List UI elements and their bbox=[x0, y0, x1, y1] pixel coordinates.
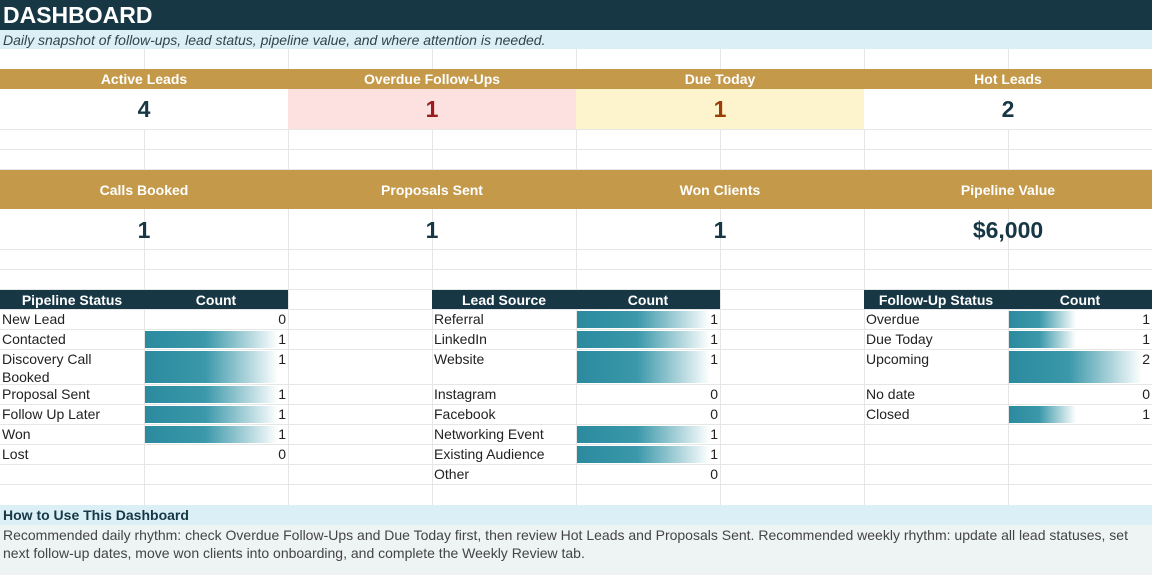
table-cell-count[interactable]: 1 bbox=[144, 330, 288, 349]
page-title: DASHBOARD bbox=[0, 0, 1152, 30]
table-header: Count bbox=[576, 290, 720, 309]
table-cell[interactable]: Referral bbox=[432, 310, 576, 329]
table-cell[interactable]: Won bbox=[0, 425, 144, 444]
table-cell[interactable]: Closed bbox=[864, 405, 1008, 424]
gridline bbox=[0, 249, 1152, 250]
table-cell-count[interactable]: 1 bbox=[144, 425, 288, 444]
gridline bbox=[0, 129, 1152, 130]
table-cell-count[interactable]: 0 bbox=[576, 385, 720, 404]
kpi-value-pipeline-value[interactable]: $6,000 bbox=[864, 209, 1152, 249]
table-header: Count bbox=[1008, 290, 1152, 309]
table-cell-count[interactable]: 1 bbox=[144, 385, 288, 404]
table-cell-count[interactable]: 0 bbox=[576, 465, 720, 484]
table-cell[interactable]: Networking Event bbox=[432, 425, 576, 444]
table-cell-count[interactable]: 0 bbox=[144, 310, 288, 329]
table-cell[interactable]: Proposal Sent bbox=[0, 385, 144, 404]
table-cell-count[interactable]: 0 bbox=[1008, 385, 1152, 404]
kpi-label-won-clients: Won Clients bbox=[576, 170, 864, 209]
kpi-label-due-today: Due Today bbox=[576, 69, 864, 89]
table-cell-count[interactable]: 1 bbox=[144, 405, 288, 424]
table-cell[interactable]: Other bbox=[432, 465, 576, 484]
table-cell-count[interactable]: 0 bbox=[576, 405, 720, 424]
table-cell[interactable]: Due Today bbox=[864, 330, 1008, 349]
kpi-value-overdue[interactable]: 1 bbox=[288, 89, 576, 129]
kpi-label-calls-booked: Calls Booked bbox=[0, 170, 288, 209]
gridline bbox=[0, 269, 1152, 270]
table-cell[interactable]: Existing Audience bbox=[432, 445, 576, 464]
table-cell[interactable]: No date bbox=[864, 385, 1008, 404]
gridline bbox=[0, 484, 1152, 485]
table-header: Count bbox=[144, 290, 288, 309]
table-cell-count[interactable]: 1 bbox=[576, 330, 720, 349]
page-subtitle: Daily snapshot of follow-ups, lead statu… bbox=[0, 30, 1152, 49]
kpi-label-hot-leads: Hot Leads bbox=[864, 69, 1152, 89]
table-cell[interactable]: Instagram bbox=[432, 385, 576, 404]
kpi-value-due-today[interactable]: 1 bbox=[576, 89, 864, 129]
table-cell-count[interactable]: 1 bbox=[576, 310, 720, 329]
table-cell[interactable]: Overdue bbox=[864, 310, 1008, 329]
table-cell-count[interactable]: 0 bbox=[144, 445, 288, 464]
table-cell-count[interactable]: 1 bbox=[144, 350, 288, 369]
table-cell[interactable]: Website bbox=[432, 350, 576, 369]
table-cell[interactable]: LinkedIn bbox=[432, 330, 576, 349]
table-cell[interactable]: Lost bbox=[0, 445, 144, 464]
table-header: Pipeline Status bbox=[0, 290, 144, 309]
table-cell-count[interactable]: 1 bbox=[1008, 310, 1152, 329]
table-cell[interactable]: Facebook bbox=[432, 405, 576, 424]
kpi-label-active-leads: Active Leads bbox=[0, 69, 288, 89]
kpi-label-pipeline-value: Pipeline Value bbox=[864, 170, 1152, 209]
kpi-value-calls-booked[interactable]: 1 bbox=[0, 209, 288, 249]
kpi-value-hot-leads[interactable]: 2 bbox=[864, 89, 1152, 129]
table-cell-count[interactable]: 1 bbox=[1008, 405, 1152, 424]
table-cell-count[interactable]: 1 bbox=[1008, 330, 1152, 349]
kpi-value-proposals-sent[interactable]: 1 bbox=[288, 209, 576, 249]
howto-body: Recommended daily rhythm: check Overdue … bbox=[0, 525, 1152, 575]
table-cell[interactable]: Upcoming bbox=[864, 350, 1008, 369]
kpi-value-active-leads[interactable]: 4 bbox=[0, 89, 288, 129]
kpi-value-won-clients[interactable]: 1 bbox=[576, 209, 864, 249]
table-header: Follow-Up Status bbox=[864, 290, 1008, 309]
howto-title: How to Use This Dashboard bbox=[0, 505, 1152, 525]
kpi-label-proposals-sent: Proposals Sent bbox=[288, 170, 576, 209]
table-cell[interactable]: Discovery Call Booked bbox=[0, 350, 120, 386]
table-header: Lead Source bbox=[432, 290, 576, 309]
table-cell-count[interactable]: 2 bbox=[1008, 350, 1152, 369]
table-cell[interactable]: Contacted bbox=[0, 330, 144, 349]
gridline bbox=[0, 149, 1152, 150]
table-cell-count[interactable]: 1 bbox=[576, 425, 720, 444]
table-cell-count[interactable]: 1 bbox=[576, 350, 720, 369]
table-cell[interactable]: New Lead bbox=[0, 310, 144, 329]
table-cell-count[interactable]: 1 bbox=[576, 445, 720, 464]
kpi-label-overdue: Overdue Follow-Ups bbox=[288, 69, 576, 89]
table-cell[interactable]: Follow Up Later bbox=[0, 405, 144, 424]
